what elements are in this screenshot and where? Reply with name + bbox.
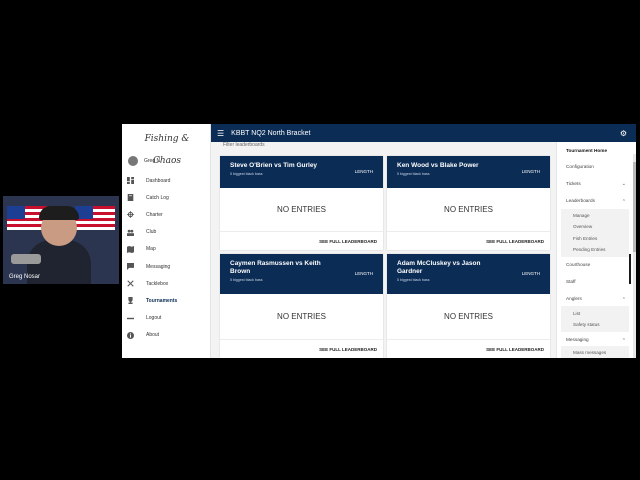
- sidebar-item-messaging[interactable]: Messaging: [127, 258, 211, 275]
- nav-tournament-home[interactable]: Tournament Home: [566, 148, 607, 153]
- nav-leaderboards[interactable]: Leaderboards: [566, 198, 595, 203]
- logout-icon: [127, 317, 134, 319]
- card-header: Adam McCluskey vs Jason Gardner 5 bigges…: [387, 254, 550, 294]
- sidebar-item-tacklebox[interactable]: Tacklebox: [127, 275, 211, 292]
- charter-icon: [127, 211, 134, 219]
- see-full-leaderboard-link[interactable]: SEE FULL LEADERBOARD: [220, 232, 383, 250]
- map-icon: [127, 245, 134, 253]
- flag-right: [75, 206, 115, 230]
- anglers-submenu: [561, 306, 629, 332]
- card-subtitle: 5 biggest black bass: [397, 172, 430, 176]
- webcam-name: Greg Nosar: [9, 274, 41, 280]
- sidebar-nav: Dashboard Catch Log Charter Club Map Mes…: [127, 172, 211, 344]
- card-title: Steve O'Brien vs Tim Gurley: [230, 162, 318, 169]
- card-title: Adam McCluskey vs Jason Gardner: [397, 260, 481, 275]
- nav-leaderboards-manage[interactable]: Manage: [573, 213, 590, 218]
- card-subtitle: 5 biggest black bass: [230, 278, 263, 282]
- microphone: [11, 254, 41, 264]
- page-title: KBBT NQ2 North Bracket: [231, 129, 311, 137]
- sidebar-item-map[interactable]: Map: [127, 241, 211, 258]
- trophy-icon: [128, 297, 133, 305]
- nav-anglers-safety-status[interactable]: Safety status: [573, 322, 600, 327]
- club-icon: [127, 229, 134, 236]
- scrollbar[interactable]: [633, 154, 636, 358]
- gear-icon[interactable]: ⚙: [620, 129, 627, 138]
- card-empty-state: NO ENTRIES: [387, 188, 550, 232]
- menu-icon[interactable]: ☰: [217, 129, 224, 138]
- card-metric: LENGTH: [354, 271, 373, 276]
- card-header: Ken Wood vs Blake Power 5 biggest black …: [387, 156, 550, 188]
- catch-log-icon: [127, 194, 134, 202]
- card-metric: LENGTH: [521, 271, 540, 276]
- nav-messaging-mass-messages[interactable]: Mass messages: [573, 350, 606, 355]
- see-full-leaderboard-link[interactable]: SEE FULL LEADERBOARD: [387, 340, 550, 358]
- nav-leaderboards-fish-entries[interactable]: Fish Entries: [573, 236, 597, 241]
- nav-courthouse[interactable]: Courthouse: [566, 262, 590, 267]
- chevron-up-icon[interactable]: ⌃: [622, 297, 626, 303]
- nav-staff[interactable]: Staff: [566, 279, 576, 284]
- see-full-leaderboard-link[interactable]: SEE FULL LEADERBOARD: [387, 232, 550, 250]
- presenter-cap: [39, 206, 79, 220]
- nav-leaderboards-pending-entries[interactable]: Pending Entries: [573, 247, 605, 252]
- app-window: Fishing & Chaos Greg N. Dashboard Catch …: [122, 124, 636, 358]
- sidebar-item-dashboard[interactable]: Dashboard: [127, 172, 211, 189]
- see-full-leaderboard-link[interactable]: SEE FULL LEADERBOARD: [220, 340, 383, 358]
- messaging-icon: [127, 263, 134, 271]
- scrollbar-thumb[interactable]: [633, 162, 636, 252]
- card-title: Ken Wood vs Blake Power: [397, 162, 479, 169]
- nav-anglers[interactable]: Anglers: [566, 296, 582, 301]
- nav-leaderboards-overview[interactable]: Overview: [573, 224, 592, 229]
- chevron-down-icon[interactable]: ⌄: [622, 181, 626, 187]
- card-header: Steve O'Brien vs Tim Gurley 5 biggest bl…: [220, 156, 383, 188]
- leaderboard-card: Caymen Rasmussen vs Keith Brown 5 bigges…: [220, 254, 383, 358]
- nav-tickets[interactable]: Tickets: [566, 181, 581, 186]
- tournament-nav: Tournament Home Configuration Tickets ⌄ …: [556, 142, 636, 358]
- sidebar-item-catch-log[interactable]: Catch Log: [127, 189, 211, 206]
- about-icon: [127, 331, 134, 339]
- sidebar-item-charter[interactable]: Charter: [127, 206, 211, 223]
- sidebar-item-logout[interactable]: Logout: [127, 310, 211, 327]
- outer-scrollbar[interactable]: [629, 254, 631, 284]
- nav-messaging[interactable]: Messaging: [566, 337, 589, 342]
- card-empty-state: NO ENTRIES: [220, 188, 383, 232]
- sidebar-item-tournaments[interactable]: Tournaments: [127, 292, 211, 309]
- app-logo[interactable]: Fishing & Chaos: [136, 128, 198, 166]
- user-profile[interactable]: Greg N.: [128, 156, 162, 166]
- chevron-up-icon[interactable]: ⌃: [622, 199, 626, 205]
- leaderboard-card: Adam McCluskey vs Jason Gardner 5 bigges…: [387, 254, 550, 358]
- nav-configuration[interactable]: Configuration: [566, 164, 594, 169]
- sidebar: Fishing & Chaos Greg N. Dashboard Catch …: [122, 124, 211, 358]
- leaderboards-content: Filter leaderboards Steve O'Brien vs Tim…: [211, 142, 556, 358]
- card-subtitle: 5 biggest black bass: [230, 172, 263, 176]
- nav-anglers-list[interactable]: List: [573, 311, 580, 316]
- top-app-bar: ☰ KBBT NQ2 North Bracket ⚙: [211, 124, 636, 142]
- chevron-up-icon[interactable]: ⌃: [622, 338, 626, 344]
- user-name: Greg N.: [144, 158, 162, 164]
- leaderboard-card: Steve O'Brien vs Tim Gurley 5 biggest bl…: [220, 156, 383, 250]
- filter-leaderboards-input[interactable]: Filter leaderboards: [223, 142, 265, 148]
- sidebar-item-about[interactable]: About: [127, 327, 211, 344]
- card-metric: LENGTH: [354, 169, 373, 174]
- card-title: Caymen Rasmussen vs Keith Brown: [230, 260, 321, 275]
- sidebar-item-club[interactable]: Club: [127, 224, 211, 241]
- card-empty-state: NO ENTRIES: [220, 294, 383, 340]
- leaderboard-card: Ken Wood vs Blake Power 5 biggest black …: [387, 156, 550, 250]
- tacklebox-icon: [127, 280, 134, 287]
- card-empty-state: NO ENTRIES: [387, 294, 550, 340]
- dashboard-icon: [127, 177, 134, 185]
- avatar: [128, 156, 138, 166]
- card-header: Caymen Rasmussen vs Keith Brown 5 bigges…: [220, 254, 383, 294]
- card-metric: LENGTH: [521, 169, 540, 174]
- webcam-overlay: Greg Nosar: [3, 196, 119, 284]
- card-subtitle: 5 biggest black bass: [397, 278, 430, 282]
